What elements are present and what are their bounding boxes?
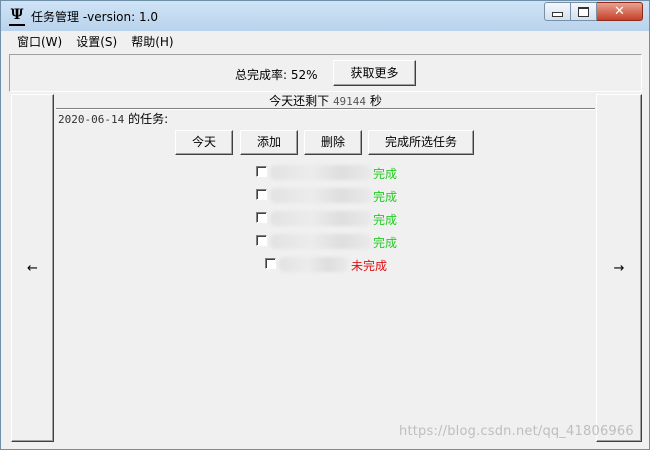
task-status: 完成 [373,167,398,181]
menu-settings[interactable]: 设置(S) [74,33,119,50]
completion-rate-label: 总完成率: 52% [235,68,318,82]
task-item[interactable]: 完成 [256,233,406,251]
menu-help[interactable]: 帮助(H) [129,33,175,50]
maximize-icon [578,6,589,17]
caption-buttons: ✕ [544,2,643,21]
add-button[interactable]: 添加 [240,130,298,155]
task-item[interactable]: 完成 [256,187,406,205]
delete-button[interactable]: 删除 [304,130,362,155]
app-window: Ψ 任务管理 -version: 1.0 ✕ 窗口(W) 设置(S) 帮助(H)… [0,0,650,450]
task-item[interactable]: 未完成 [265,256,405,274]
task-item[interactable]: 完成 [256,210,406,228]
countdown-seconds: 49144 [332,95,367,108]
countdown-prefix: 今天还剩下 [269,94,330,108]
task-checkbox[interactable] [265,258,276,269]
task-checkbox[interactable] [256,189,267,200]
next-day-button[interactable]: → [596,94,642,442]
close-icon: ✕ [614,4,625,19]
task-checkbox[interactable] [256,235,267,246]
summary-panel: 总完成率: 52% 获取更多 [9,54,642,92]
window-title: 任务管理 -version: 1.0 [31,10,159,24]
task-panel: 今天还剩下 49144 秒 2020-06-14 的任务: 今天 添加 删除 完… [56,94,595,442]
task-date-header: 2020-06-14 的任务: [58,110,168,127]
task-checkbox[interactable] [256,212,267,223]
task-title-redacted [270,211,372,226]
task-item[interactable]: 完成 [256,164,406,182]
task-title-redacted [270,188,372,203]
close-button[interactable]: ✕ [597,2,643,21]
maximize-button[interactable] [571,2,597,21]
get-more-button[interactable]: 获取更多 [333,60,416,86]
today-button[interactable]: 今天 [175,130,233,155]
task-date-label: 的任务: [128,112,169,126]
complete-selected-button[interactable]: 完成所选任务 [368,130,474,155]
task-status: 完成 [373,190,398,204]
task-checkbox[interactable] [256,166,267,177]
watermark: https://blog.csdn.net/qq_41806966 [399,424,634,439]
previous-day-button[interactable]: ← [11,94,54,442]
countdown-label: 今天还剩下 49144 秒 [56,94,595,109]
task-title-redacted [270,165,372,180]
arrow-left-icon: ← [27,260,38,276]
task-date: 2020-06-14 [58,113,125,126]
menu-window[interactable]: 窗口(W) [15,33,64,50]
arrow-right-icon: → [613,260,625,276]
task-status: 完成 [373,213,398,227]
minimize-icon [552,12,563,17]
task-status: 未完成 [351,259,388,273]
task-title-redacted [270,234,372,249]
minimize-button[interactable] [544,2,571,21]
menu-bar: 窗口(W) 设置(S) 帮助(H) [9,31,642,52]
task-status: 完成 [373,236,398,250]
app-logo-icon: Ψ [9,7,25,26]
task-title-redacted [279,257,349,272]
countdown-suffix: 秒 [369,94,382,108]
title-bar[interactable]: Ψ 任务管理 -version: 1.0 ✕ [1,1,649,31]
